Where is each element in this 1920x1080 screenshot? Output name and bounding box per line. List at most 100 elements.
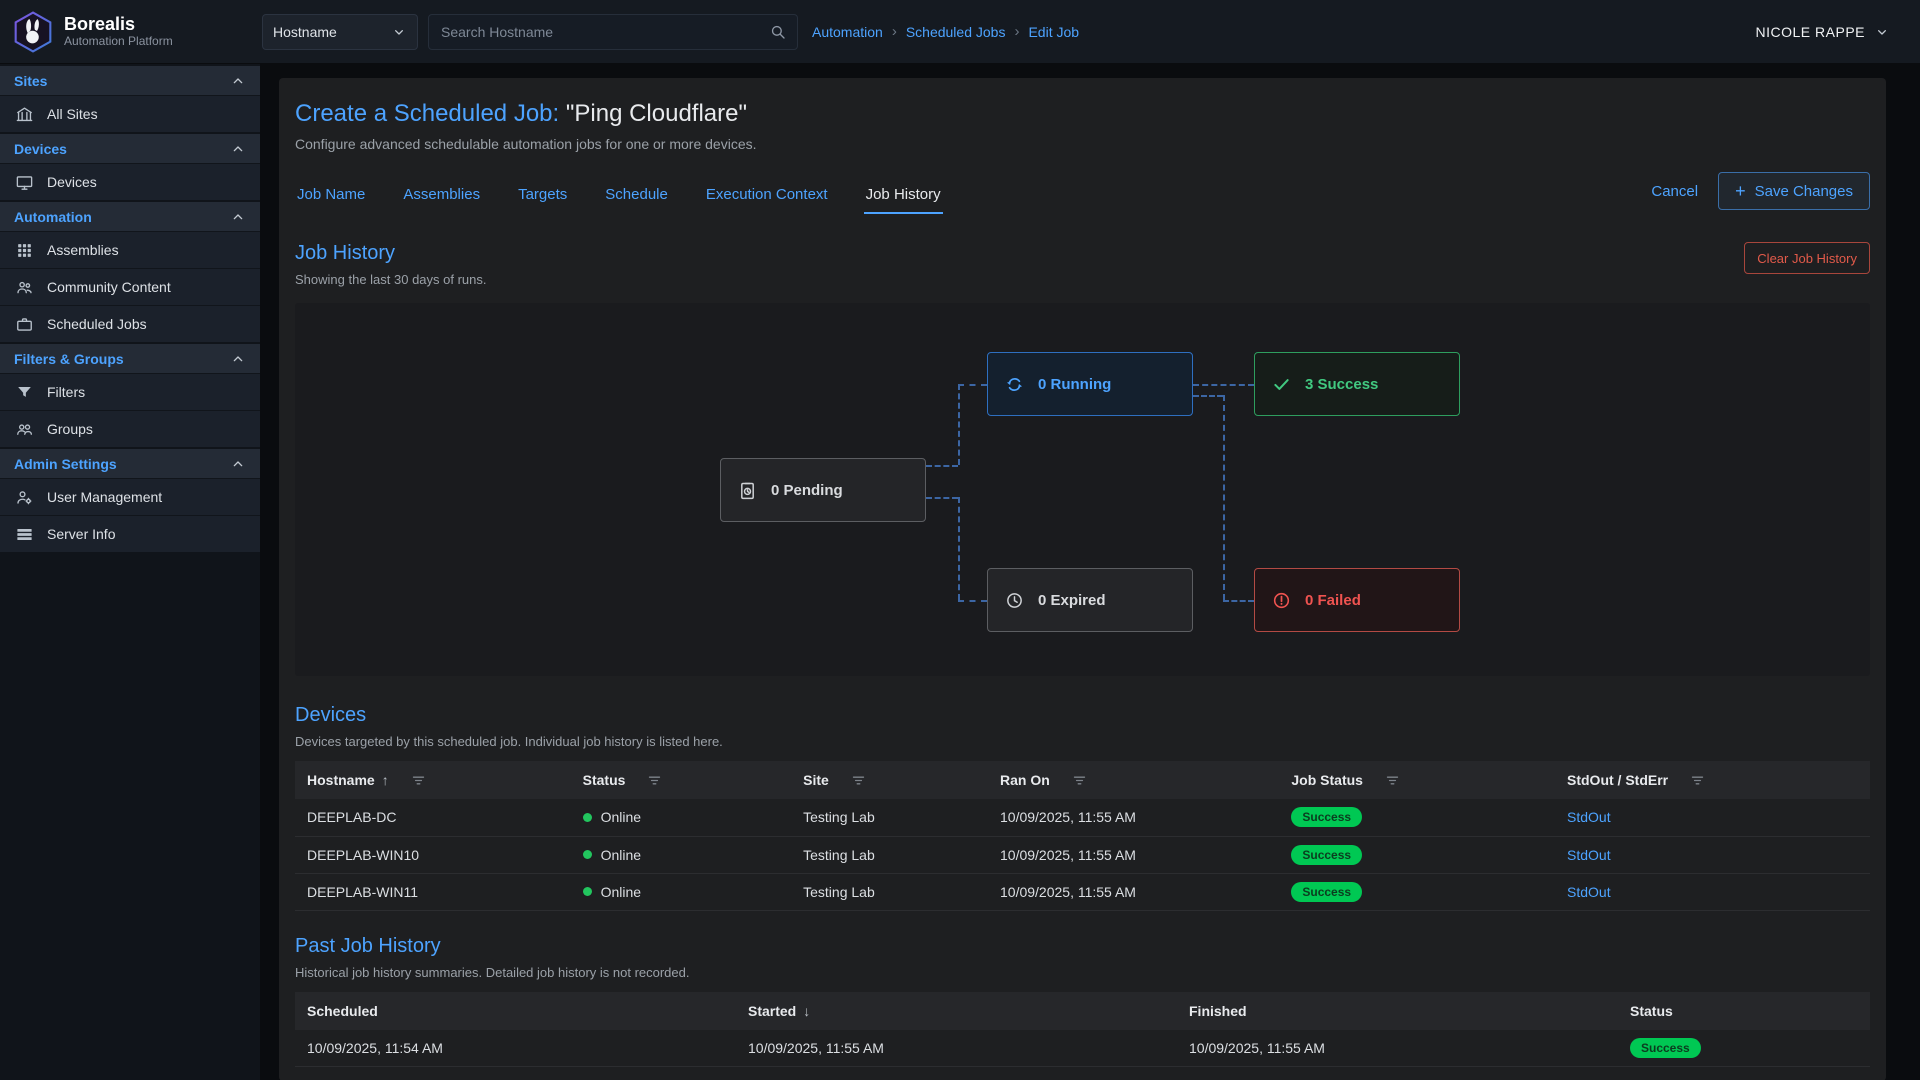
stdout-link[interactable]: StdOut	[1567, 847, 1611, 863]
chevron-up-icon	[230, 456, 246, 472]
sort-desc-icon: ↓	[803, 1003, 810, 1019]
sidebar-section-sites: Sites All Sites	[0, 66, 260, 132]
column-header-finished[interactable]: Finished	[1177, 992, 1618, 1030]
filter-icon[interactable]	[1690, 773, 1705, 788]
column-header-status[interactable]: Status	[1618, 992, 1870, 1030]
flow-node-success: 3 Success	[1254, 352, 1460, 416]
section-label: Automation	[14, 209, 92, 225]
filter-icon[interactable]	[851, 773, 866, 788]
sidebar-section-header-devices[interactable]: Devices	[0, 134, 260, 163]
search-input[interactable]	[439, 23, 769, 41]
edit-job-panel: Create a Scheduled Job: "Ping Cloudflare…	[279, 78, 1886, 1080]
table-row: DEEPLAB-WIN11 Online Testing Lab 10/09/2…	[295, 873, 1870, 910]
tab-job-name[interactable]: Job Name	[295, 182, 367, 214]
hostname-filter-select[interactable]: Hostname	[262, 14, 418, 50]
sidebar-section-devices: Devices Devices	[0, 134, 260, 200]
cell-status: Online	[571, 836, 792, 873]
cell-stdout: StdOut	[1555, 799, 1870, 836]
flow-connector	[1193, 395, 1223, 397]
tab-execution-context[interactable]: Execution Context	[704, 182, 830, 214]
sidebar-item-server-info[interactable]: Server Info	[0, 515, 260, 552]
sidebar-item-community-content[interactable]: Community Content	[0, 268, 260, 305]
flow-node-running: 0 Running	[987, 352, 1193, 416]
sidebar-item-scheduled-jobs[interactable]: Scheduled Jobs	[0, 305, 260, 342]
sidebar-item-label: Scheduled Jobs	[47, 316, 147, 332]
table-row: DEEPLAB-DC Online Testing Lab 10/09/2025…	[295, 799, 1870, 836]
devices-table: Hostname ↑ Status Site Ran	[295, 761, 1870, 911]
flow-connector	[926, 497, 958, 499]
column-header-job-status[interactable]: Job Status	[1279, 761, 1555, 799]
page-subtitle: Configure advanced schedulable automatio…	[295, 136, 1870, 152]
chevron-up-icon	[230, 209, 246, 225]
filter-icon[interactable]	[647, 773, 662, 788]
flow-node-label: 3 Success	[1305, 376, 1378, 393]
sidebar-item-groups[interactable]: Groups	[0, 410, 260, 447]
server-info-icon	[15, 525, 34, 544]
flow-connector	[926, 465, 958, 467]
sidebar-item-label: User Management	[47, 489, 162, 505]
chevron-up-icon	[230, 141, 246, 157]
breadcrumb-edit-job[interactable]: Edit Job	[1028, 24, 1079, 40]
column-header-started[interactable]: Started ↓	[736, 992, 1177, 1030]
sidebar-item-user-management[interactable]: User Management	[0, 478, 260, 515]
cell-job-status: Success	[1279, 836, 1555, 873]
devices-icon	[15, 173, 34, 192]
chevron-down-icon	[391, 24, 407, 40]
all-sites-icon	[15, 105, 34, 124]
cell-scheduled: 10/09/2025, 11:54 AM	[295, 1030, 736, 1067]
search-box[interactable]	[428, 14, 798, 50]
flow-connector	[1223, 395, 1225, 600]
status-badge: Success	[1291, 882, 1362, 902]
sidebar-item-label: Server Info	[47, 526, 115, 542]
stdout-link[interactable]: StdOut	[1567, 809, 1611, 825]
job-status-flow-diagram: 0 Pending 0 Running 3 Success	[295, 303, 1870, 676]
flow-node-label: 0 Expired	[1038, 592, 1106, 609]
column-header-hostname[interactable]: Hostname ↑	[295, 761, 571, 799]
sidebar-item-devices[interactable]: Devices	[0, 163, 260, 200]
breadcrumb-scheduled-jobs[interactable]: Scheduled Jobs	[906, 24, 1006, 40]
brand-name: Borealis	[64, 14, 173, 35]
save-changes-button[interactable]: + Save Changes	[1718, 172, 1870, 210]
tab-assemblies[interactable]: Assemblies	[401, 182, 482, 214]
breadcrumb-automation[interactable]: Automation	[812, 24, 883, 40]
sidebar-item-assemblies[interactable]: Assemblies	[0, 231, 260, 268]
sidebar-item-label: Community Content	[47, 279, 171, 295]
sidebar-section-header-sites[interactable]: Sites	[0, 66, 260, 95]
groups-icon	[15, 420, 34, 439]
flow-connector	[958, 384, 987, 386]
devices-table-header-row: Hostname ↑ Status Site Ran	[295, 761, 1870, 799]
filter-icon[interactable]	[411, 773, 426, 788]
sidebar-section-header-admin-settings[interactable]: Admin Settings	[0, 449, 260, 478]
cell-ran-on: 10/09/2025, 11:55 AM	[988, 873, 1279, 910]
cancel-button[interactable]: Cancel	[1651, 183, 1698, 200]
page-title-job-name: "Ping Cloudflare"	[559, 100, 747, 127]
filter-icon[interactable]	[1072, 773, 1087, 788]
community-content-icon	[15, 278, 34, 297]
column-header-status[interactable]: Status	[571, 761, 792, 799]
stdout-link[interactable]: StdOut	[1567, 884, 1611, 900]
search-icon[interactable]	[769, 23, 787, 41]
breadcrumb: Automation › Scheduled Jobs › Edit Job	[812, 23, 1079, 40]
expired-clock-icon	[1004, 590, 1025, 611]
flow-connector	[1193, 384, 1254, 386]
column-header-ran-on[interactable]: Ran On	[988, 761, 1279, 799]
sidebar-item-all-sites[interactable]: All Sites	[0, 95, 260, 132]
user-menu[interactable]: NICOLE RAPPE	[1756, 24, 1890, 40]
table-row: DEEPLAB-WIN10 Online Testing Lab 10/09/2…	[295, 836, 1870, 873]
clear-job-history-button[interactable]: Clear Job History	[1744, 242, 1870, 274]
column-header-scheduled[interactable]: Scheduled	[295, 992, 736, 1030]
column-header-site[interactable]: Site	[791, 761, 988, 799]
sidebar-section-header-automation[interactable]: Automation	[0, 202, 260, 231]
tab-targets[interactable]: Targets	[516, 182, 569, 214]
sort-asc-icon: ↑	[382, 772, 389, 788]
sidebar-item-filters[interactable]: Filters	[0, 373, 260, 410]
pending-icon	[737, 480, 758, 501]
tab-schedule[interactable]: Schedule	[603, 182, 670, 214]
filter-icon[interactable]	[1385, 773, 1400, 788]
hostname-filter-label: Hostname	[273, 24, 337, 40]
sidebar-item-label: Devices	[47, 174, 97, 190]
column-header-stdout-stderr[interactable]: StdOut / StdErr	[1555, 761, 1870, 799]
tab-job-history[interactable]: Job History	[864, 182, 943, 214]
plus-icon: +	[1735, 182, 1746, 200]
sidebar-section-header-filters-groups[interactable]: Filters & Groups	[0, 344, 260, 373]
